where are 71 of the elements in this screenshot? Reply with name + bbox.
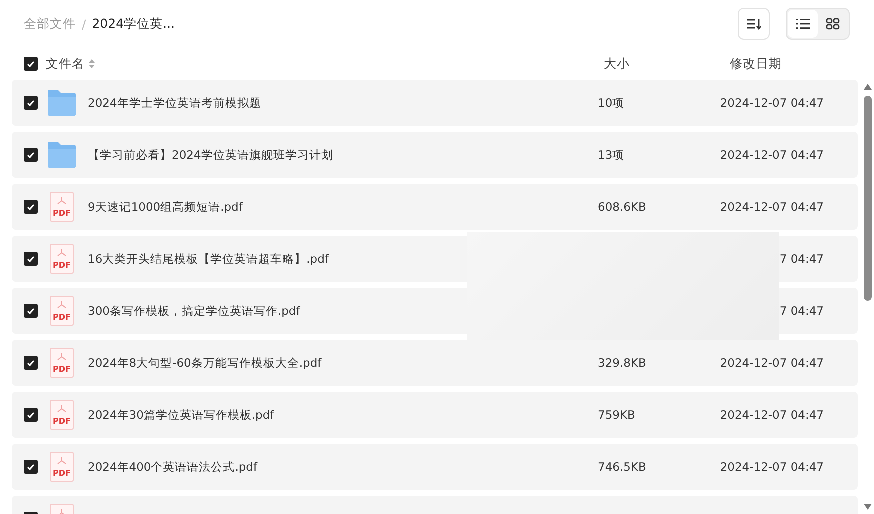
list-view-button[interactable] [788,10,818,38]
breadcrumb-separator: / [82,16,86,32]
row-checkbox[interactable] [24,252,38,266]
file-size: 13项 [598,148,625,162]
file-name[interactable]: 2024年学士学位英语考前模拟题 [88,96,598,110]
file-name[interactable]: 2024年8大句型-60条万能写作模板大全.pdf [88,356,598,370]
modified-date: 2024-12-07 04:47 [720,96,824,110]
row-checkbox[interactable] [24,408,38,422]
check-icon [27,204,35,210]
check-icon [27,60,35,68]
column-header[interactable]: 修改日期 [730,56,782,72]
grid-icon [826,18,840,30]
file-row[interactable]: 2024年学士学位英语考前模拟题 10项 2024-12-07 04:47 [12,80,858,126]
modified-date: 2024-12-07 04:47 [720,200,824,214]
modified-date: 2024-12-07 04:47 [720,460,824,474]
list-icon [796,18,810,30]
modified-date: 2024-12-07 04:47 [720,148,824,162]
folder-icon [47,89,77,117]
acrobat-mark-icon [57,457,67,465]
select-all-checkbox[interactable] [24,57,38,71]
check-icon [27,256,35,262]
sort-button[interactable] [738,8,770,40]
row-checkbox[interactable] [24,304,38,318]
column-header[interactable]: 大小 [604,56,630,72]
folder-icon [47,141,77,169]
pdf-file-icon: PDF [50,348,74,378]
check-icon [27,152,35,158]
file-row[interactable]: PDF 9天速记1000组高频短语.pdf 608.6KB 2024-12-07 04:47 [12,184,858,230]
check-icon [27,360,35,366]
file-size: 329.8KB [598,356,646,370]
row-checkbox[interactable] [24,356,38,370]
scroll-up-icon[interactable] [864,84,872,90]
file-size: 10项 [598,96,625,110]
row-checkbox[interactable] [24,460,38,474]
breadcrumb-current: 2024学位英... [92,16,175,32]
check-icon [27,100,35,106]
check-icon [27,464,35,470]
file-row[interactable]: 【学习前必看】2024学位英语旗舰班学习计划 13项 2024-12-07 04:47 [12,132,858,178]
column-header[interactable]: 文件名 [46,56,85,72]
pdf-file-icon: PDF [50,400,74,430]
pdf-file-icon: PDF [50,296,74,326]
modified-date: 7 04:47 [780,252,824,266]
sort-icon [746,17,762,31]
acrobat-mark-icon [57,197,67,205]
modified-date: 7 04:47 [780,304,824,318]
file-row[interactable]: PDF 2024年400个英语语法公式.pdf 746.5KB 2024-12-07 04:47 [12,444,858,490]
row-checkbox[interactable] [24,148,38,162]
modified-date: 2024-12-07 04:47 [720,356,824,370]
acrobat-mark-icon [57,405,67,413]
file-row[interactable]: PDF 2024年30篇学位英语写作模板.pdf 759KB 2024-12-07 04:47 [12,392,858,438]
row-checkbox[interactable] [24,96,38,110]
file-name[interactable]: 2024年30篇学位英语写作模板.pdf [88,408,598,422]
check-icon [27,412,35,418]
modified-date: 2024-12-07 04:47 [720,408,824,422]
file-size: 608.6KB [598,200,646,214]
row-checkbox[interactable] [24,200,38,214]
acrobat-mark-icon [57,301,67,309]
file-name[interactable]: 2024年400个英语语法公式.pdf [88,460,598,474]
scrollbar-thumb[interactable] [864,96,872,301]
pdf-file-icon: PDF [50,452,74,482]
file-name[interactable]: 【学习前必看】2024学位英语旗舰班学习计划 [88,148,598,162]
check-icon [27,308,35,314]
file-row[interactable]: PDF 2024年8大句型-60条万能写作模板大全.pdf 329.8KB 2024-12-07 04:47 [12,340,858,386]
file-size: 759KB [598,408,636,422]
file-name[interactable]: 9天速记1000组高频短语.pdf [88,200,598,214]
pdf-file-icon: PDF [50,192,74,222]
acrobat-mark-icon [57,249,67,257]
scroll-down-icon[interactable] [864,504,872,510]
acrobat-mark-icon [57,353,67,361]
file-size: 746.5KB [598,460,646,474]
pdf-file-icon: PDF [50,244,74,274]
